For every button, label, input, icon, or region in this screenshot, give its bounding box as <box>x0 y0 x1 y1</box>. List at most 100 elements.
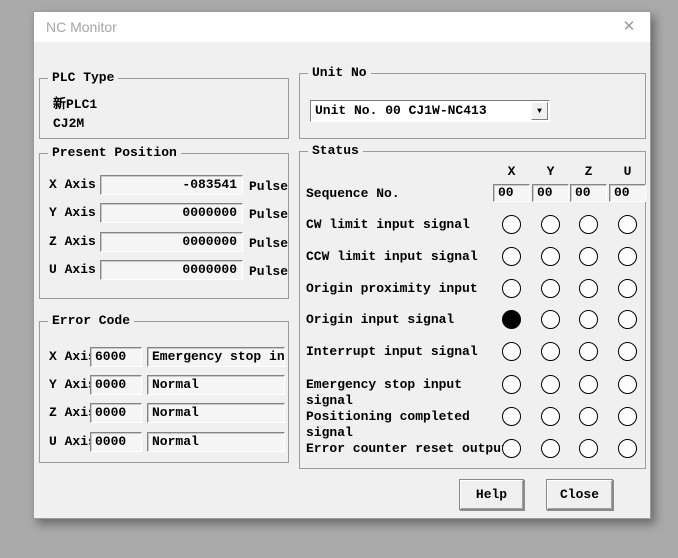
unit-label: Pulse <box>249 234 288 254</box>
title-bar[interactable]: NC Monitor ✕ <box>34 12 650 42</box>
indicator-circle <box>541 439 560 458</box>
status-row-origin-input: Origin input signal <box>300 310 645 330</box>
status-row-label: Origin proximity input <box>306 281 478 297</box>
chevron-down-icon: ▼ <box>532 103 547 120</box>
status-row-origin-proximity: Origin proximity input <box>300 279 645 299</box>
indicator-circle <box>618 247 637 266</box>
indicator-circle <box>618 342 637 361</box>
indicator-circle <box>502 375 521 394</box>
status-row-label: CW limit input signal <box>306 217 470 233</box>
unit-label: Pulse <box>249 205 288 225</box>
indicator-circle <box>618 215 637 234</box>
help-button[interactable]: Help <box>459 479 524 510</box>
indicator-circle <box>579 342 598 361</box>
status-row-interrupt-input: Interrupt input signal <box>300 342 645 362</box>
plc-model-text: CJ2M <box>53 116 84 131</box>
error-code-field: 6000 <box>90 347 142 367</box>
indicator-circle <box>502 279 521 298</box>
status-group-label: Status <box>308 143 363 158</box>
unit-no-group-label: Unit No <box>308 65 371 80</box>
error-code-field: 0000 <box>90 432 142 452</box>
plc-type-group: PLC Type 新PLC1 CJ2M <box>39 78 289 139</box>
status-group: Status X Y Z U Sequence No. 00 00 00 00 … <box>299 151 646 469</box>
sequence-no-field-x: 00 <box>493 184 530 202</box>
indicator-circle <box>618 375 637 394</box>
indicator-circle <box>579 215 598 234</box>
column-header-x: X <box>493 164 530 179</box>
error-row-z: Z Axis 0000 Normal <box>40 403 288 423</box>
status-row-label: Origin input signal <box>306 312 454 328</box>
error-desc-field: Emergency stop inpu <box>147 347 285 367</box>
position-row-x: X Axis -083541 Pulse <box>40 175 288 195</box>
indicator-circle <box>579 439 598 458</box>
indicator-circle <box>541 342 560 361</box>
status-row-label: Error counter reset output <box>306 441 509 457</box>
indicator-circle <box>541 215 560 234</box>
indicator-circle <box>541 279 560 298</box>
axis-label: X Axis <box>49 347 96 367</box>
indicator-circle <box>579 375 598 394</box>
error-row-x: X Axis 6000 Emergency stop inpu <box>40 347 288 367</box>
status-row-label: CCW limit input signal <box>306 249 478 265</box>
position-value-field: 0000000 <box>100 203 243 223</box>
indicator-circle <box>502 407 521 426</box>
indicator-circle <box>541 310 560 329</box>
axis-label: Y Axis <box>49 375 96 395</box>
position-value-field: 0000000 <box>100 232 243 252</box>
axis-label: U Axis <box>49 260 96 280</box>
unit-no-select[interactable]: Unit No. 00 CJ1W-NC413 ▼ <box>310 100 550 122</box>
status-row-emergency-stop: Emergency stop input signal <box>300 375 645 395</box>
position-row-z: Z Axis 0000000 Pulse <box>40 232 288 252</box>
error-code-field: 0000 <box>90 403 142 423</box>
window-title: NC Monitor <box>46 19 117 35</box>
axis-label: X Axis <box>49 175 96 195</box>
column-header-z: Z <box>570 164 607 179</box>
status-row-label: Emergency stop input signal <box>306 377 462 409</box>
status-row-error-counter-reset: Error counter reset output <box>300 439 645 459</box>
indicator-circle <box>502 215 521 234</box>
status-row-label: Positioning completed signal <box>306 409 470 441</box>
position-value-field: -083541 <box>100 175 243 195</box>
axis-label: Y Axis <box>49 203 96 223</box>
sequence-no-field-z: 00 <box>570 184 607 202</box>
indicator-circle <box>618 310 637 329</box>
sequence-no-label: Sequence No. <box>306 185 400 203</box>
sequence-no-field-u: 00 <box>609 184 646 202</box>
unit-label: Pulse <box>249 177 288 197</box>
indicator-circle <box>541 247 560 266</box>
position-row-y: Y Axis 0000000 Pulse <box>40 203 288 223</box>
close-icon[interactable]: ✕ <box>620 18 638 36</box>
unit-label: Pulse <box>249 262 288 282</box>
nc-monitor-dialog: NC Monitor ✕ PLC Type 新PLC1 CJ2M Unit No… <box>33 11 651 519</box>
column-header-u: U <box>609 164 646 179</box>
indicator-circle <box>618 407 637 426</box>
error-desc-field: Normal <box>147 403 285 423</box>
status-row-ccw-limit: CCW limit input signal <box>300 247 645 267</box>
plc-name-text: 新PLC1 <box>53 93 97 112</box>
combo-dropdown-button[interactable]: ▼ <box>531 102 548 120</box>
axis-label: Z Axis <box>49 232 96 252</box>
indicator-circle <box>579 247 598 266</box>
indicator-circle <box>502 342 521 361</box>
unit-no-selected-value: Unit No. 00 CJ1W-NC413 <box>315 103 487 118</box>
axis-label: Z Axis <box>49 403 96 423</box>
close-button[interactable]: Close <box>546 479 613 510</box>
indicator-circle <box>541 407 560 426</box>
position-row-u: U Axis 0000000 Pulse <box>40 260 288 280</box>
indicator-circle <box>618 279 637 298</box>
indicator-circle <box>502 310 521 329</box>
unit-no-group: Unit No Unit No. 00 CJ1W-NC413 ▼ <box>299 73 646 139</box>
status-row-positioning-completed: Positioning completed signal <box>300 407 645 427</box>
plc-type-group-label: PLC Type <box>48 70 118 85</box>
indicator-circle <box>618 439 637 458</box>
error-code-group: Error Code X Axis 6000 Emergency stop in… <box>39 321 289 463</box>
indicator-circle <box>579 407 598 426</box>
indicator-circle <box>579 310 598 329</box>
status-row-cw-limit: CW limit input signal <box>300 215 645 235</box>
axis-label: U Axis <box>49 432 96 452</box>
position-value-field: 0000000 <box>100 260 243 280</box>
error-row-u: U Axis 0000 Normal <box>40 432 288 452</box>
error-row-y: Y Axis 0000 Normal <box>40 375 288 395</box>
sequence-no-field-y: 00 <box>532 184 569 202</box>
status-row-label: Interrupt input signal <box>306 344 478 360</box>
